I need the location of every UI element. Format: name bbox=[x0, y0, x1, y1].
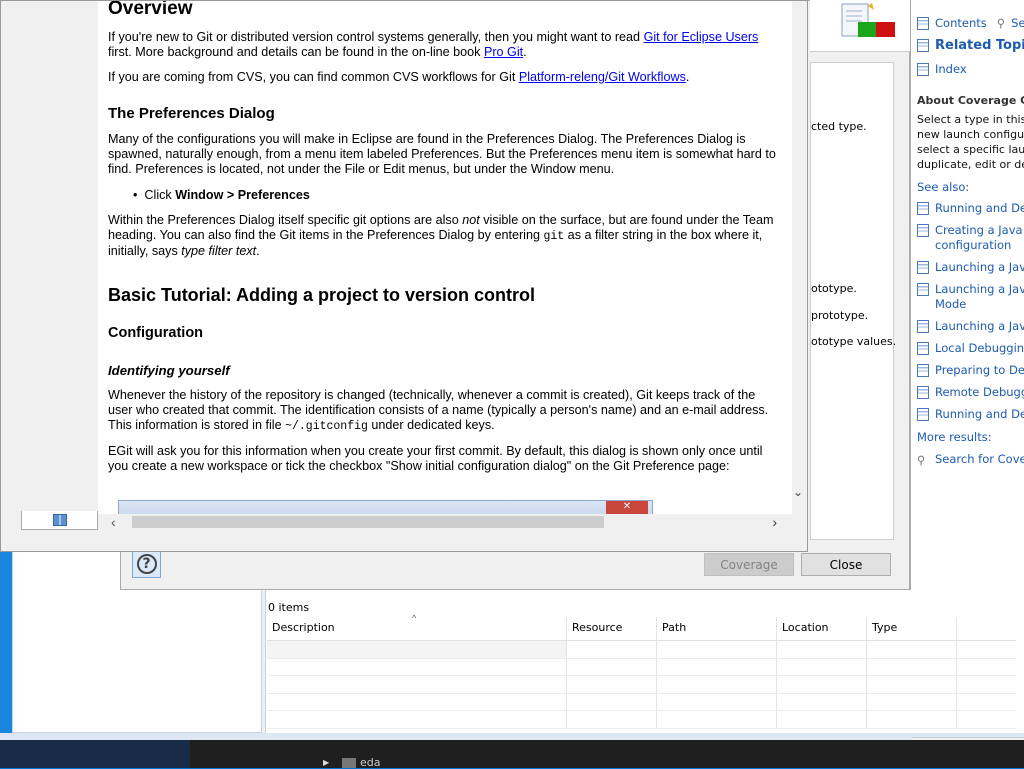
document-icon bbox=[917, 261, 929, 274]
column-header-type[interactable]: Type bbox=[867, 617, 957, 640]
about-heading: About Coverage Co bbox=[917, 94, 1024, 107]
document-icon bbox=[917, 283, 929, 296]
paragraph: If you are coming from CVS, you can find… bbox=[108, 70, 690, 84]
status-bar bbox=[0, 733, 1024, 740]
contents-icon bbox=[917, 17, 929, 30]
configuration-heading: Configuration bbox=[108, 325, 204, 341]
paragraph: Whenever the history of the repository i… bbox=[108, 388, 769, 434]
table-row bbox=[267, 676, 1016, 694]
help-topic-link[interactable]: Launching a Java Mode bbox=[917, 282, 1024, 312]
dialog-text-fragment: prototype. bbox=[811, 309, 869, 322]
taskbar-item-label[interactable]: eda bbox=[360, 756, 381, 769]
question-mark-icon: ? bbox=[136, 554, 157, 574]
help-browser-window: Overview If you're new to Git or distrib… bbox=[0, 0, 808, 552]
index-link[interactable]: Index bbox=[917, 62, 967, 77]
paragraph: EGit will ask you for this information w… bbox=[108, 444, 763, 474]
search-icon[interactable]: ⚲ bbox=[997, 16, 1005, 31]
about-description: Select a type in this t new launch confi… bbox=[917, 113, 1024, 171]
close-button[interactable]: Close bbox=[801, 553, 891, 576]
dialog-config-area bbox=[810, 62, 894, 540]
more-results-label: More results: bbox=[917, 430, 992, 444]
pro-git-link[interactable]: Pro Git bbox=[484, 45, 523, 59]
dialog-text-fragment: cted type. bbox=[811, 120, 867, 133]
taskbar-folder-icon[interactable] bbox=[342, 758, 356, 768]
document-icon bbox=[917, 386, 929, 399]
scrollbar-thumb[interactable] bbox=[132, 516, 604, 528]
paragraph: Many of the configurations you will make… bbox=[108, 132, 776, 177]
desktop-background bbox=[0, 550, 12, 740]
column-header-resource[interactable]: Resource bbox=[567, 617, 657, 640]
column-header-location[interactable]: Location bbox=[777, 617, 867, 640]
identifying-yourself-heading: Identifying yourself bbox=[108, 363, 230, 378]
help-topic-link[interactable]: Running and De bbox=[917, 407, 1024, 422]
coverage-banner-icon bbox=[840, 2, 898, 40]
column-header-path[interactable]: Path bbox=[657, 617, 777, 640]
table-row bbox=[267, 711, 1016, 729]
search-icon: ⚲ bbox=[917, 453, 926, 467]
help-topic-link[interactable]: Launching a Java bbox=[917, 260, 1024, 275]
table-row bbox=[267, 658, 1016, 676]
dialog-text-fragment: ototype. bbox=[811, 282, 857, 295]
list-item: • Click Window > Preferences bbox=[133, 188, 310, 202]
book-icon bbox=[52, 514, 67, 526]
paragraph: Within the Preferences Dialog itself spe… bbox=[108, 213, 774, 259]
overview-heading: Overview bbox=[108, 1, 193, 19]
problems-table: Description Resource Path Location Type bbox=[267, 617, 1016, 729]
scroll-left-icon[interactable]: ‹ bbox=[111, 514, 116, 530]
table-row bbox=[267, 641, 1016, 659]
document-icon bbox=[917, 364, 929, 377]
git-workflows-link[interactable]: Platform-releng/Git Workflows bbox=[519, 70, 686, 84]
horizontal-scrollbar[interactable]: ‹ › bbox=[108, 514, 780, 530]
help-topic-link[interactable]: Creating a Java a configuration bbox=[917, 223, 1024, 253]
scroll-down-arrow-icon[interactable]: ⌄ bbox=[793, 485, 803, 499]
help-topic-link[interactable]: Remote Debugg bbox=[917, 385, 1024, 400]
table-header-row: Description Resource Path Location Type bbox=[267, 617, 1016, 641]
see-also-label: See also: bbox=[917, 180, 970, 194]
table-row bbox=[267, 693, 1016, 711]
related-topics-link[interactable]: Related Topics bbox=[917, 38, 1024, 53]
taskbar bbox=[0, 740, 1024, 768]
help-panel: Contents ⚲ Se Related Topics Index About… bbox=[910, 0, 1024, 590]
column-header-description[interactable]: Description bbox=[267, 617, 567, 640]
help-contents-link[interactable]: Contents ⚲ Se bbox=[917, 16, 1024, 31]
document-icon bbox=[917, 320, 929, 333]
index-icon bbox=[917, 63, 929, 76]
help-document-view[interactable]: Overview If you're new to Git or distrib… bbox=[98, 1, 792, 514]
document-icon bbox=[917, 224, 929, 237]
help-topic-link[interactable]: Preparing to Deb bbox=[917, 363, 1024, 378]
dialog-text-fragment: ototype values. bbox=[811, 335, 897, 348]
screenshot-image: ✕ bbox=[118, 500, 653, 514]
tutorial-heading: Basic Tutorial: Adding a project to vers… bbox=[108, 285, 536, 305]
paragraph: If you're new to Git or distributed vers… bbox=[108, 30, 759, 60]
scroll-right-icon[interactable]: › bbox=[772, 514, 777, 530]
document-icon bbox=[917, 408, 929, 421]
taskbar-play-icon[interactable]: ▶ bbox=[323, 758, 329, 767]
column-header-extra[interactable] bbox=[957, 617, 1016, 640]
problems-item-count: 0 items bbox=[268, 601, 310, 614]
help-topic-link[interactable]: Launching a Java bbox=[917, 319, 1024, 334]
document-icon bbox=[917, 202, 929, 215]
related-topics-icon bbox=[917, 39, 929, 52]
preferences-dialog-heading: The Preferences Dialog bbox=[108, 105, 275, 122]
help-topic-link[interactable]: Running and De bbox=[917, 201, 1024, 216]
help-topic-link[interactable]: Local Debugging bbox=[917, 341, 1024, 356]
git-for-eclipse-users-link[interactable]: Git for Eclipse Users bbox=[644, 30, 759, 44]
search-for-link[interactable]: ⚲ Search for Cover bbox=[917, 452, 1024, 467]
help-button[interactable]: ? bbox=[132, 550, 161, 578]
document-icon bbox=[917, 342, 929, 355]
help-book-tab[interactable] bbox=[21, 511, 98, 530]
coverage-button[interactable]: Coverage bbox=[704, 553, 794, 576]
close-icon: ✕ bbox=[606, 501, 648, 514]
